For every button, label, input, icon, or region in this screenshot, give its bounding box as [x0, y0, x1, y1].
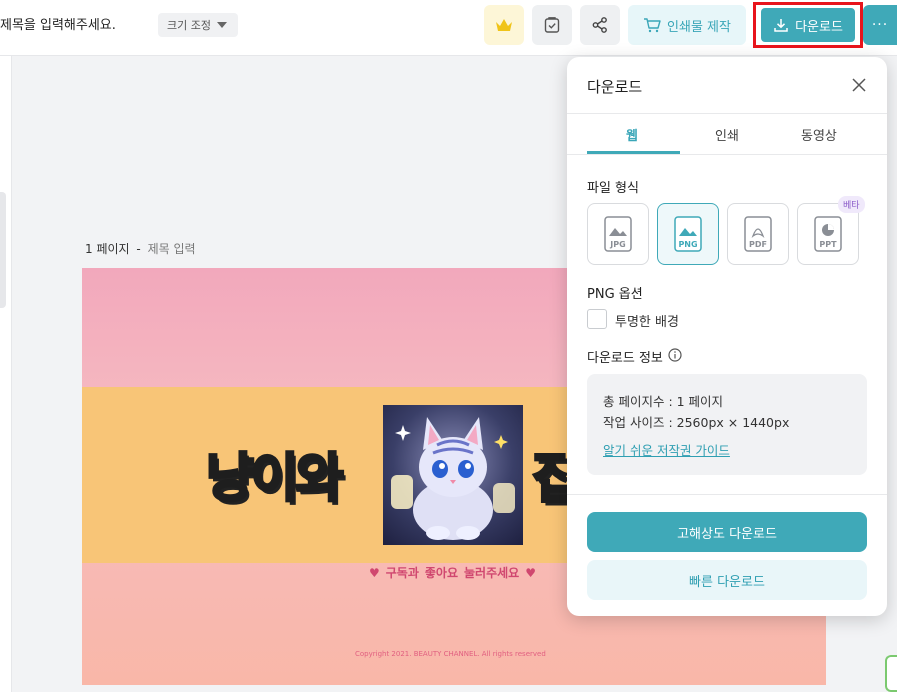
subscribe-prefix: 구독과	[385, 566, 419, 580]
format-pdf-option[interactable]: PDF	[727, 203, 789, 265]
floating-widget[interactable]	[885, 655, 897, 692]
download-highlight-box: 다운로드	[753, 2, 863, 48]
more-options-button[interactable]: ···	[863, 5, 897, 45]
svg-text:PNG: PNG	[678, 240, 697, 249]
download-panel: 다운로드 웹 인쇄 동영상 파일 형식 JPG PNG PDF PPT 베타 P…	[567, 57, 887, 616]
more-icon: ···	[871, 17, 889, 33]
tab-web[interactable]: 웹	[626, 125, 638, 144]
info-icon[interactable]	[668, 348, 682, 362]
heart-icon: ♥	[525, 565, 536, 580]
print-production-label: 인쇄물 제작	[667, 19, 731, 35]
format-jpg-option[interactable]: JPG	[587, 203, 649, 265]
bag-check-icon	[544, 17, 560, 33]
ppt-file-icon: PPT	[814, 216, 842, 252]
subscribe-text[interactable]: ♥ 구독과 좋아요 눌러주세요 ♥	[369, 564, 536, 581]
high-resolution-download-button[interactable]: 고해상도 다운로드	[587, 512, 867, 552]
page-label-separator: -	[136, 242, 141, 256]
subscribe-suffix: 눌러주세요	[464, 566, 520, 580]
share-button[interactable]	[580, 5, 620, 45]
subscribe-bold: 좋아요	[424, 566, 459, 580]
headline-text[interactable]: 냥이와	[205, 436, 346, 511]
crown-icon	[496, 19, 512, 31]
total-pages-text: 총 페이지수 : 1 페이지	[603, 394, 724, 409]
tab-video[interactable]: 동영상	[801, 125, 837, 144]
share-icon	[592, 17, 607, 33]
close-icon[interactable]	[849, 75, 869, 95]
divider	[567, 113, 887, 114]
left-panel-handle[interactable]	[0, 192, 6, 308]
cat-image[interactable]	[383, 405, 523, 545]
pdf-file-icon: PDF	[744, 216, 772, 252]
print-production-button[interactable]: 인쇄물 제작	[628, 5, 746, 45]
work-size-text: 작업 사이즈 : 2560px × 1440px	[603, 415, 790, 430]
download-info-label: 다운로드 정보	[587, 351, 663, 366]
svg-text:PDF: PDF	[749, 240, 767, 249]
heart-icon: ♥	[369, 565, 380, 580]
copyright-guide-link[interactable]: 알기 쉬운 저작권 가이드	[603, 440, 730, 459]
resize-button[interactable]: 크기 조정	[158, 13, 238, 37]
kitten-illustration	[391, 417, 515, 540]
cart-icon	[644, 18, 661, 33]
left-panel-strip	[0, 56, 12, 692]
download-info-box: 총 페이지수 : 1 페이지 작업 사이즈 : 2560px × 1440px …	[587, 374, 867, 475]
file-format-label: 파일 형식	[587, 181, 639, 196]
svg-text:PPT: PPT	[819, 240, 837, 249]
beta-badge: 베타	[838, 196, 865, 213]
cart-check-button[interactable]	[532, 5, 572, 45]
divider	[567, 494, 887, 495]
format-png-option[interactable]: PNG	[657, 203, 719, 265]
resize-label: 크기 조정	[167, 19, 211, 32]
copyright-text[interactable]: Copyright 2021. BEAUTY CHANNEL. All righ…	[355, 650, 546, 658]
png-options-label: PNG 옵션	[587, 287, 643, 302]
png-file-icon: PNG	[674, 216, 702, 252]
tab-print[interactable]: 인쇄	[715, 125, 739, 144]
top-toolbar: 제목을 입력해주세요. 크기 조정 인쇄물 제작 다운로드 ···	[0, 0, 897, 56]
transparent-background-label[interactable]: 투명한 배경	[615, 311, 679, 330]
svg-text:JPG: JPG	[609, 240, 625, 249]
download-label: 다운로드	[795, 19, 843, 35]
document-title-input[interactable]: 제목을 입력해주세요.	[0, 14, 116, 33]
download-icon	[774, 19, 788, 32]
premium-button[interactable]	[484, 5, 524, 45]
jpg-file-icon: JPG	[604, 216, 632, 252]
transparent-background-checkbox[interactable]	[587, 309, 607, 329]
page-label: 1 페이지 - 제목 입력	[85, 240, 196, 257]
caret-down-icon	[216, 22, 227, 28]
divider	[567, 154, 887, 155]
page-title-input[interactable]: 제목 입력	[148, 242, 196, 256]
page-number: 1 페이지	[85, 242, 130, 256]
fast-download-button[interactable]: 빠른 다운로드	[587, 560, 867, 600]
download-button[interactable]: 다운로드	[761, 8, 855, 42]
panel-title: 다운로드	[587, 78, 643, 96]
